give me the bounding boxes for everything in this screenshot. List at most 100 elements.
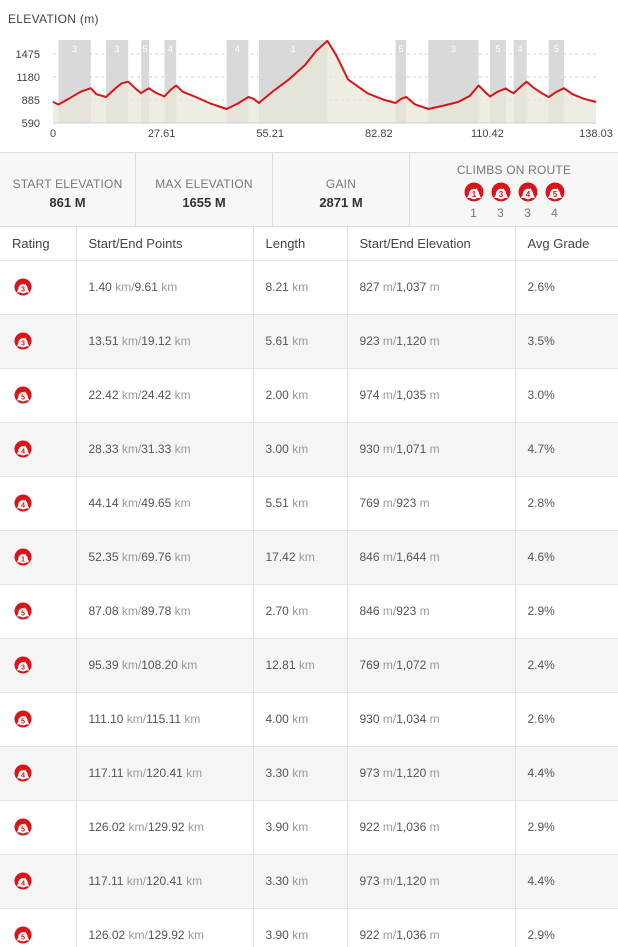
cell-rating: 1: [0, 530, 77, 585]
unit-km: km: [292, 604, 309, 618]
grade-value: 4.7%: [527, 442, 555, 456]
table-row[interactable]: 4 44.14 km/49.65 km 5.51 km 769 m/923 m 2.8%: [0, 476, 618, 531]
unit-km: km: [187, 820, 204, 834]
cell-points: 126.02 km/129.92 km: [76, 908, 254, 947]
end-elevation: 1,120: [396, 766, 427, 780]
end-km: 31.33: [141, 442, 172, 456]
climb-category-label: 3: [21, 663, 25, 672]
y-tick-label: 590: [22, 118, 40, 130]
climb-category-label: 5: [552, 190, 557, 199]
cell-elevation: 922 m/1,036 m: [347, 800, 516, 855]
end-elevation: 1,036: [396, 928, 427, 942]
column-header-points[interactable]: Start/End Points: [76, 227, 254, 261]
table-row[interactable]: 4 28.33 km/31.33 km 3.00 km 930 m/1,071 m 4.…: [0, 422, 618, 477]
y-tick-label: 885: [22, 95, 40, 107]
cell-length: 3.30 km: [253, 854, 348, 909]
cell-rating: 5: [0, 584, 77, 639]
cell-length: 3.90 km: [253, 908, 348, 947]
cell-length: 5.61 km: [253, 314, 348, 369]
elevation-profile-svg: 3 3 5 4 4 1 5 3 5 4 5 1475 1180 885 590 0 27.61 55.21 82.8…: [16, 39, 613, 140]
climb-category-icon: 4: [14, 440, 32, 458]
unit-km: km: [174, 604, 191, 618]
stat-max-elevation: MAX ELEVATION 1655 M: [136, 153, 273, 226]
elevation-chart: ELEVATION (m) 3 3 5 4 4 1 5 3 5 4 5 1475 1180 885 590 0…: [0, 0, 618, 152]
start-km: 111.10: [88, 712, 124, 726]
cell-length: 12.81 km: [253, 638, 348, 693]
length-value: 3.30: [265, 766, 289, 780]
start-km: 13.51: [88, 334, 119, 348]
column-header-elevation[interactable]: Start/End Elevation: [347, 227, 516, 261]
y-tick-label: 1475: [16, 49, 40, 61]
column-header-length[interactable]: Length: [253, 227, 348, 261]
table-row[interactable]: 5 22.42 km/24.42 km 2.00 km 974 m/1,035 m 3.…: [0, 368, 618, 423]
unit-m: m: [429, 550, 440, 564]
end-elevation: 923: [396, 496, 417, 510]
cell-length: 2.70 km: [253, 584, 348, 639]
climb-category-label: 5: [21, 825, 25, 834]
table-row[interactable]: 3 1.40 km/9.61 km 8.21 km 827 m/1,037 m 2.6%: [0, 260, 618, 315]
climb-category-icon: 1: [14, 548, 32, 566]
table-row[interactable]: 4 117.11 km/120.41 km 3.30 km 973 m/1,120 m…: [0, 746, 618, 801]
grade-value: 2.9%: [527, 604, 555, 618]
end-km: 120.41: [146, 766, 183, 780]
grade-value: 2.6%: [527, 712, 555, 726]
table-row[interactable]: 4 117.11 km/120.41 km 3.30 km 973 m/1,120 m…: [0, 854, 618, 909]
unit-km: km: [121, 496, 138, 510]
table-header-row: Rating Start/End Points Length Start/End…: [0, 227, 618, 261]
table-row[interactable]: 3 13.51 km/19.12 km 5.61 km 923 m/1,120 m 3.…: [0, 314, 618, 369]
unit-m: m: [429, 442, 440, 456]
climb-band-label: 5: [143, 44, 148, 54]
unit-m: m: [382, 820, 393, 834]
grade-value: 4.6%: [527, 550, 555, 564]
climb-category-icon: 4: [518, 182, 537, 202]
start-elevation: 973: [359, 766, 380, 780]
cell-grade: 4.7%: [515, 422, 618, 477]
climb-band-label: 3: [115, 44, 120, 54]
climb-band-label: 1: [291, 44, 296, 54]
cell-elevation: 930 m/1,071 m: [347, 422, 516, 477]
cell-elevation: 973 m/1,120 m: [347, 854, 516, 909]
unit-km: km: [292, 820, 309, 834]
column-header-rating[interactable]: Rating: [0, 227, 77, 261]
unit-m: m: [429, 820, 440, 834]
unit-km: km: [292, 766, 309, 780]
start-elevation: 769: [359, 658, 380, 672]
cell-grade: 2.6%: [515, 260, 618, 315]
table-row[interactable]: 5 126.02 km/129.92 km 3.90 km 922 m/1,036 m…: [0, 800, 618, 855]
table-row[interactable]: 1 52.35 km/69.76 km 17.42 km 846 m/1,644 m4…: [0, 530, 618, 585]
unit-m: m: [382, 766, 393, 780]
cell-rating: 3: [0, 314, 77, 369]
cell-points: 13.51 km/19.12 km: [76, 314, 254, 369]
unit-m: m: [382, 550, 393, 564]
length-value: 17.42: [265, 550, 296, 564]
unit-km: km: [121, 442, 138, 456]
table-row[interactable]: 5 111.10 km/115.11 km 4.00 km 930 m/1,034 m…: [0, 692, 618, 747]
column-header-grade[interactable]: Avg Grade: [515, 227, 618, 261]
length-value: 5.61: [265, 334, 289, 348]
cell-grade: 2.9%: [515, 908, 618, 947]
climb-category-icon: 3: [14, 332, 32, 350]
cell-length: 3.90 km: [253, 800, 348, 855]
climb-summary-item: 43: [518, 182, 537, 220]
unit-km: km: [121, 550, 138, 564]
cell-points: 1.40 km/9.61 km: [76, 260, 254, 315]
climb-category-label: 4: [21, 771, 25, 780]
cell-grade: 2.9%: [515, 584, 618, 639]
table-row[interactable]: 5 87.08 km/89.78 km 2.70 km 846 m/923 m 2.9%: [0, 584, 618, 639]
climb-count: 1: [470, 206, 477, 220]
grade-value: 3.0%: [527, 388, 555, 402]
end-elevation: 1,644: [396, 550, 427, 564]
cell-grade: 2.4%: [515, 638, 618, 693]
start-km: 95.39: [88, 658, 119, 672]
end-km: 24.42: [141, 388, 172, 402]
length-value: 8.21: [265, 280, 289, 294]
climb-category-label: 4: [525, 190, 530, 199]
unit-km: km: [292, 496, 309, 510]
table-row[interactable]: 5 126.02 km/129.92 km 3.90 km 922 m/1,036 m…: [0, 908, 618, 947]
cell-rating: 4: [0, 422, 77, 477]
start-elevation: 930: [359, 712, 380, 726]
x-tick-label: 110.42: [471, 128, 504, 140]
unit-km: km: [181, 658, 198, 672]
table-row[interactable]: 3 95.39 km/108.20 km 12.81 km 769 m/1,072 m…: [0, 638, 618, 693]
cell-points: 95.39 km/108.20 km: [76, 638, 254, 693]
